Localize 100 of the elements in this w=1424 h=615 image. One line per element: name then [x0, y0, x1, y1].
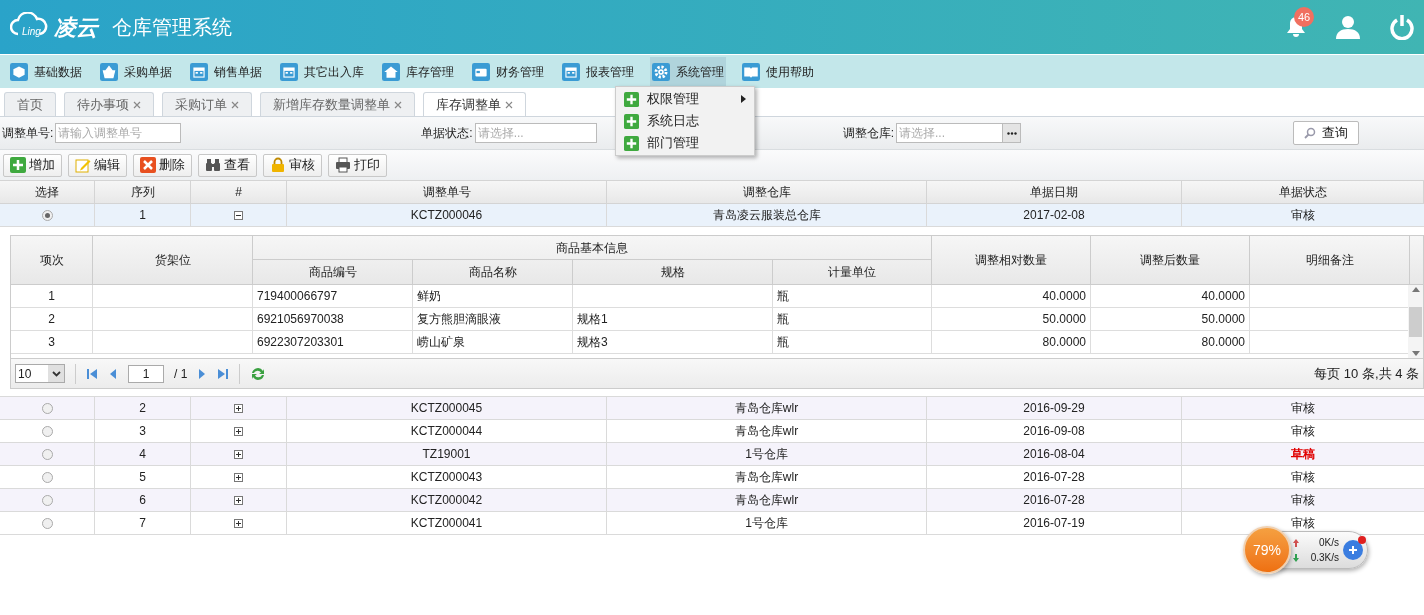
upload-speed: 0K/s — [1318, 536, 1339, 550]
menu-item[interactable]: 财务管理 — [470, 56, 546, 87]
binoculars-icon — [205, 157, 221, 173]
pencil-icon — [75, 157, 91, 173]
scroll-down-icon[interactable] — [1411, 351, 1420, 356]
close-icon[interactable] — [133, 100, 141, 109]
table-cell: KCTZ000044 — [287, 420, 607, 442]
column-group-header: 商品基本信息 — [253, 236, 932, 260]
expand-icon[interactable] — [234, 518, 243, 528]
refresh-icon[interactable] — [250, 365, 267, 382]
table-cell: 1号仓库 — [607, 443, 927, 465]
radio-button[interactable] — [41, 448, 53, 460]
scrollbar[interactable] — [1408, 285, 1423, 358]
table-cell: 2 — [11, 308, 93, 330]
radio-button[interactable] — [41, 402, 53, 414]
menu-item[interactable]: 基础数据 — [8, 56, 84, 87]
table-cell: KCTZ000041 — [287, 512, 607, 534]
column-header: 单据状态 — [1182, 181, 1424, 203]
toolbar-button[interactable]: 打印 — [328, 153, 387, 177]
table-cell: KCTZ000043 — [287, 466, 607, 488]
query-button[interactable]: 查询 — [1293, 121, 1359, 145]
tab[interactable]: 采购订单 — [162, 92, 252, 116]
dropdown-item[interactable]: 部门管理 — [616, 132, 754, 154]
input-field[interactable]: 请输入调整单号 — [55, 123, 182, 143]
table-cell: 3 — [11, 331, 93, 353]
menu-item[interactable]: 销售单据 — [188, 56, 264, 87]
toolbar-button[interactable]: 增加 — [3, 153, 62, 177]
table-cell: 7 — [95, 512, 191, 534]
expand-icon[interactable] — [234, 449, 243, 459]
column-header: 明细备注 — [1250, 236, 1410, 284]
column-header: 项次 — [11, 236, 93, 284]
page-size-select[interactable]: 10 — [15, 364, 65, 383]
table-cell: 青岛仓库wlr — [607, 420, 927, 442]
toolbar-button[interactable]: 查看 — [198, 153, 257, 177]
radio-button[interactable] — [41, 425, 53, 437]
table-cell: 规格1 — [573, 308, 773, 330]
radio-button[interactable] — [41, 471, 53, 483]
toolbar-button[interactable]: 删除 — [133, 153, 192, 177]
menu-item[interactable]: 采购单据 — [98, 56, 174, 87]
logo-subtext: Ling — [22, 27, 41, 37]
status-cell-text: 草稿 — [1290, 446, 1316, 463]
table-cell: 50.0000 — [1091, 308, 1250, 330]
table-cell: 2017-02-08 — [927, 204, 1182, 226]
menu-item[interactable]: 系统管理 — [650, 56, 726, 87]
tab[interactable]: 库存调整单 — [423, 92, 526, 116]
table-cell: 6921056970038 — [253, 308, 413, 330]
close-icon[interactable] — [394, 100, 402, 109]
close-icon[interactable] — [505, 100, 513, 109]
dropdown-item[interactable]: 系统日志 — [616, 110, 754, 132]
expand-icon[interactable] — [234, 426, 243, 436]
filter-label: 调整单号: — [2, 125, 54, 142]
page-input[interactable]: 1 — [128, 364, 164, 383]
table-cell: 1号仓库 — [607, 512, 927, 534]
filter-label: 调整仓库: — [842, 125, 895, 142]
status-cell-text: 审核 — [1290, 400, 1316, 417]
card-icon — [472, 62, 490, 81]
toolbar-button[interactable]: 编辑 — [68, 153, 127, 177]
table-cell: 40.0000 — [932, 285, 1091, 307]
tab[interactable]: 新增库存数量调整单 — [260, 92, 415, 116]
table-cell: 瓶 — [773, 285, 932, 307]
search-icon — [1304, 127, 1316, 139]
menu-item[interactable]: 库存管理 — [380, 56, 456, 87]
cloud-icon — [10, 12, 48, 36]
radio-button[interactable] — [41, 517, 53, 529]
table-cell: 6 — [95, 489, 191, 511]
toolbar-button[interactable]: 审核 — [263, 153, 322, 177]
logo-text: 凌云 — [54, 13, 98, 42]
user-icon[interactable] — [1336, 15, 1360, 39]
expand-icon[interactable] — [234, 403, 243, 413]
add-icon — [10, 157, 26, 173]
dropdown-item[interactable]: 权限管理 — [616, 88, 754, 110]
previous-page-icon[interactable] — [108, 367, 118, 380]
tab[interactable]: 待办事项 — [64, 92, 154, 116]
column-header: 调整相对数量 — [932, 236, 1091, 284]
table-cell: 2016-07-28 — [927, 466, 1182, 488]
power-icon[interactable] — [1390, 14, 1414, 40]
cube-icon — [10, 62, 28, 81]
tab[interactable]: 首页 — [4, 92, 56, 116]
status-cell-text: 审核 — [1290, 515, 1316, 532]
last-page-icon[interactable] — [217, 367, 230, 380]
menu-item[interactable]: 其它出入库 — [278, 56, 366, 87]
menu-item[interactable]: 报表管理 — [560, 56, 636, 87]
scroll-up-icon[interactable] — [1411, 287, 1420, 292]
notification-badge: 46 — [1294, 7, 1314, 27]
expand-icon[interactable] — [234, 472, 243, 482]
close-icon[interactable] — [231, 100, 239, 109]
settings-icon — [652, 62, 670, 81]
table-cell: 规格3 — [573, 331, 773, 353]
collapse-icon[interactable] — [234, 210, 243, 220]
first-page-icon[interactable] — [86, 367, 98, 380]
status-cell-text: 审核 — [1290, 492, 1316, 509]
table-cell: 2016-07-28 — [927, 489, 1182, 511]
table-cell: 2016-09-08 — [927, 420, 1182, 442]
radio-button[interactable] — [41, 209, 53, 221]
column-header: 调整仓库 — [607, 181, 927, 203]
table-cell: 3 — [95, 420, 191, 442]
radio-button[interactable] — [41, 494, 53, 506]
ellipsis-button[interactable] — [1002, 124, 1021, 142]
expand-icon[interactable] — [234, 495, 243, 505]
menu-item[interactable]: 使用帮助 — [740, 56, 816, 87]
